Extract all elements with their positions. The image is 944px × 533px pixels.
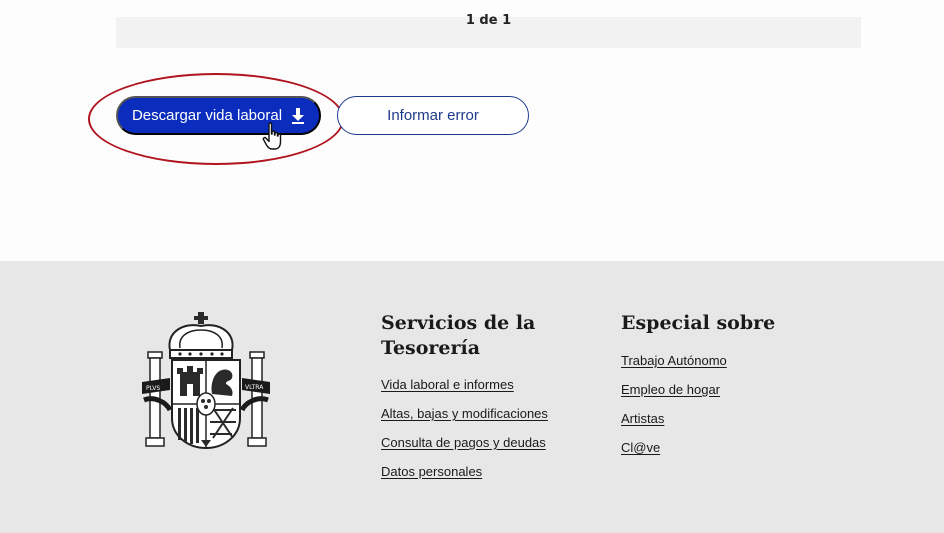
download-button-label: Descargar vida laboral [131, 107, 283, 124]
list-item: Consulta de pagos y deudas [381, 432, 601, 461]
download-icon [292, 107, 305, 124]
pagination-text: 1 de 1 [465, 13, 512, 28]
report-error-button[interactable]: Informar error [337, 96, 529, 135]
list-item: Empleo de hogar [621, 379, 841, 408]
list-item: Artistas [621, 408, 841, 437]
services-links: Vida laboral e informes Altas, bajas y m… [381, 374, 601, 490]
link-empleo-hogar[interactable]: Empleo de hogar [621, 382, 720, 397]
pagination-bar: 1 de 1 [116, 13, 861, 48]
download-work-life-button[interactable]: Descargar vida laboral [116, 96, 321, 135]
link-trabajo-autonomo[interactable]: Trabajo Autónomo [621, 353, 727, 368]
motto-left: PLVS [146, 385, 160, 392]
hand-pointer-cursor-icon [262, 122, 282, 150]
special-links: Trabajo Autónomo Empleo de hogar Artista… [621, 350, 841, 466]
link-clave[interactable]: Cl@ve [621, 440, 660, 455]
page: 1 de 1 Descargar vida laboral Informar e… [0, 0, 944, 533]
motto-right: VLTRA [245, 384, 264, 391]
link-artistas[interactable]: Artistas [621, 411, 664, 426]
services-title: Servicios de la Tesorería [381, 312, 536, 359]
special-column: Especial sobre Trabajo Autónomo Empleo d… [621, 311, 841, 466]
link-datos-personales[interactable]: Datos personales [381, 464, 482, 479]
spain-coat-of-arms-icon: PLVS VLTRA [142, 312, 270, 450]
list-item: Vida laboral e informes [381, 374, 601, 403]
link-vida-laboral[interactable]: Vida laboral e informes [381, 377, 514, 392]
link-altas-bajas[interactable]: Altas, bajas y modificaciones [381, 406, 548, 421]
list-item: Datos personales [381, 461, 601, 490]
services-column: Servicios de la Tesorería Vida laboral e… [381, 311, 601, 490]
site-footer: PLVS VLTRA Servicios de la Tesorería Vid… [0, 261, 944, 533]
list-item: Altas, bajas y modificaciones [381, 403, 601, 432]
list-item: Trabajo Autónomo [621, 350, 841, 379]
link-consulta-pagos[interactable]: Consulta de pagos y deudas [381, 435, 546, 450]
special-title: Especial sobre [621, 312, 776, 334]
list-item: Cl@ve [621, 437, 841, 466]
